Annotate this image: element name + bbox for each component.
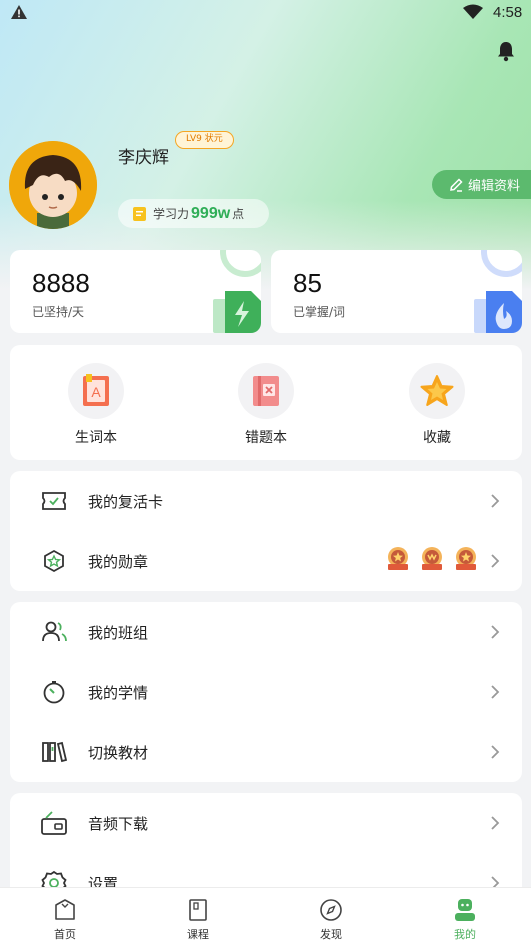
menu-group-2: 我的班组 我的学情 切换教材 — [10, 602, 522, 782]
chevron-right-icon — [491, 745, 500, 759]
medal-list — [386, 546, 478, 572]
fire-icon — [474, 291, 522, 333]
vocabulary-book-button[interactable]: A 生词本 — [56, 363, 136, 447]
menu-item-label: 我的班组 — [88, 624, 149, 642]
medal-icon — [44, 549, 64, 573]
bell-icon[interactable] — [496, 40, 516, 66]
wifi-icon — [462, 4, 484, 24]
edit-profile-button[interactable]: 编辑资料 — [432, 170, 531, 199]
chevron-right-icon — [491, 554, 500, 568]
menu-item-learning-status[interactable]: 我的学情 — [10, 662, 522, 722]
warning-icon — [10, 4, 28, 24]
course-icon — [189, 899, 207, 921]
quick-action-label: 错题本 — [245, 430, 287, 446]
status-time: 4:58 — [493, 4, 523, 21]
power-icon — [133, 206, 146, 221]
chevron-right-icon — [491, 625, 500, 639]
quick-actions-card: A 生词本 错题本 收藏 — [10, 345, 522, 460]
pencil-icon — [450, 177, 463, 192]
tab-home[interactable]: 首页 — [30, 898, 100, 942]
menu-item-audio-download[interactable]: 音频下载 — [10, 793, 522, 853]
menu-item-medals[interactable]: 我的勋章 — [10, 531, 522, 591]
menu-item-label: 我的复活卡 — [88, 493, 164, 511]
svg-text:A: A — [91, 384, 101, 400]
home-icon — [55, 899, 75, 920]
edit-profile-label: 编辑资料 — [468, 179, 521, 194]
gauge-icon — [43, 681, 65, 704]
menu-item-revive-card[interactable]: 我的复活卡 — [10, 471, 522, 531]
menu-item-label: 切换教材 — [88, 744, 149, 762]
power-value: 999w — [191, 204, 231, 222]
tab-label: 我的 — [454, 928, 476, 941]
medal-badge-icon — [456, 547, 476, 570]
tab-label: 课程 — [187, 928, 209, 941]
chevron-right-icon — [491, 816, 500, 830]
bottom-tab-bar: 首页 课程 发现 我的 — [0, 888, 531, 946]
learning-power-pill: 学习力 999w 点 — [118, 199, 269, 228]
wrong-questions-book-icon — [238, 363, 294, 419]
wrong-questions-book-button[interactable]: 错题本 — [226, 363, 306, 447]
medal-badge-icon — [422, 547, 442, 570]
stat-card-days[interactable]: 8888 已坚持/天 — [10, 250, 261, 333]
vocabulary-book-icon: A — [68, 363, 124, 419]
tab-label: 发现 — [320, 928, 342, 941]
chevron-right-icon — [491, 494, 500, 508]
tab-label: 首页 — [54, 928, 76, 941]
user-name: 李庆辉 — [118, 148, 169, 168]
tab-course[interactable]: 课程 — [163, 898, 233, 942]
status-bar: 4:58 — [0, 0, 531, 28]
menu-item-my-class[interactable]: 我的班组 — [10, 602, 522, 662]
ring-decoration — [220, 250, 261, 277]
avatar[interactable] — [9, 141, 97, 229]
menu-item-switch-textbook[interactable]: 切换教材 — [10, 722, 522, 782]
power-unit: 点 — [232, 207, 245, 221]
star-icon — [409, 363, 465, 419]
tab-discover[interactable]: 发现 — [296, 898, 366, 942]
quick-action-label: 生词本 — [75, 430, 117, 446]
ring-decoration — [481, 250, 522, 277]
profile-icon — [455, 899, 475, 921]
power-label: 学习力 — [153, 207, 190, 221]
menu-item-label: 音频下载 — [88, 815, 149, 833]
stat-label: 已掌握/词 — [293, 305, 346, 319]
stat-card-words[interactable]: 85 已掌握/词 — [271, 250, 522, 333]
medal-badge-icon — [388, 547, 408, 570]
compass-icon — [320, 899, 342, 921]
stat-label: 已坚持/天 — [32, 305, 85, 319]
menu-item-label: 我的学情 — [88, 684, 149, 702]
books-icon — [42, 741, 68, 763]
quick-action-label: 收藏 — [423, 430, 451, 446]
menu-item-label: 我的勋章 — [88, 553, 149, 571]
menu-group-1: 我的复活卡 我的勋章 — [10, 471, 522, 591]
chevron-right-icon — [491, 685, 500, 699]
stat-value: 8888 — [32, 268, 90, 298]
users-icon — [42, 621, 67, 642]
ticket-icon — [42, 492, 66, 510]
energy-icon — [213, 291, 261, 333]
radio-icon — [41, 811, 67, 835]
favorites-button[interactable]: 收藏 — [397, 363, 477, 447]
tab-mine[interactable]: 我的 — [430, 898, 500, 942]
level-badge: LV9 状元 — [175, 131, 234, 149]
stat-value: 85 — [293, 268, 322, 298]
